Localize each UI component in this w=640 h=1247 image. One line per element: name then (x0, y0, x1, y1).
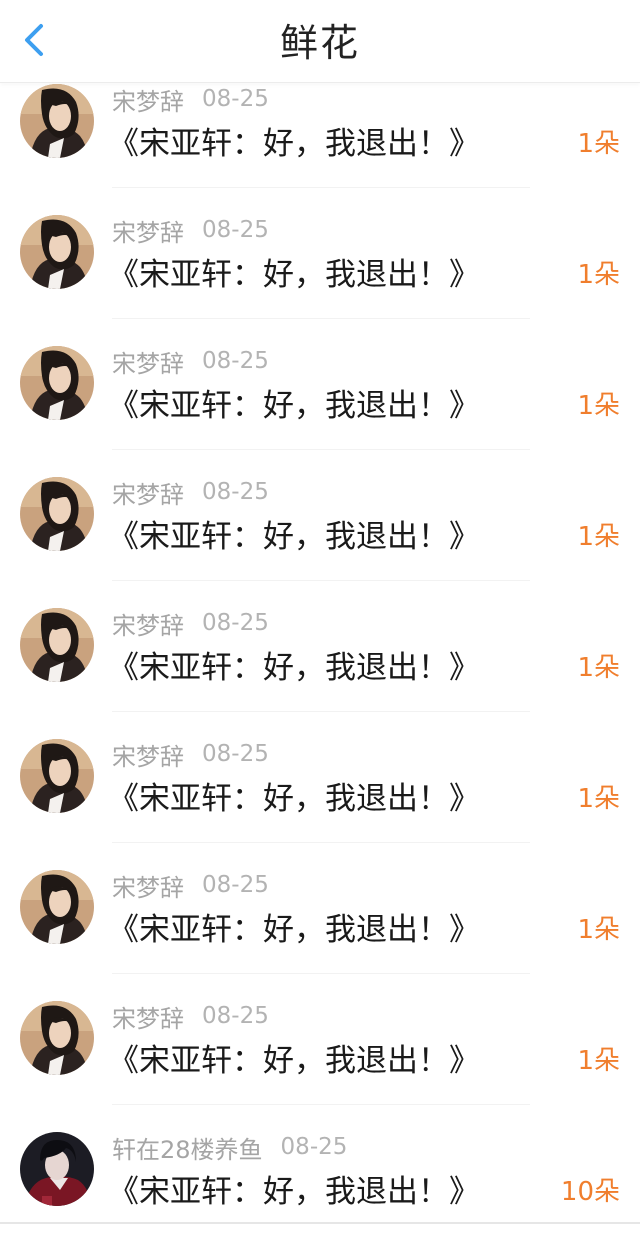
list-item[interactable]: 宋梦辞 08-25 《宋亚轩：好，我退出！》 1朵 (0, 330, 640, 461)
flower-count: 10朵 (560, 1177, 620, 1207)
work-title[interactable]: 《宋亚轩：好，我退出！》 (108, 1172, 480, 1212)
post-date: 08-25 (202, 217, 269, 243)
work-title[interactable]: 《宋亚轩：好，我退出！》 (108, 1041, 480, 1081)
flower-count: 1朵 (577, 522, 620, 552)
flower-count: 1朵 (577, 653, 620, 683)
avatar[interactable] (20, 739, 94, 813)
post-date: 08-25 (202, 741, 269, 767)
flower-count: 1朵 (577, 784, 620, 814)
work-title[interactable]: 《宋亚轩：好，我退出！》 (108, 910, 480, 950)
list-item[interactable]: 宋梦辞 08-25 《宋亚轩：好，我退出！》 1朵 (0, 723, 640, 854)
flower-count: 1朵 (577, 1046, 620, 1076)
list-item[interactable]: 宋梦辞 08-25 《宋亚轩：好，我退出！》 1朵 (0, 592, 640, 723)
username[interactable]: 宋梦辞 (112, 868, 184, 903)
divider (112, 187, 530, 188)
work-title[interactable]: 《宋亚轩：好，我退出！》 (108, 255, 480, 295)
divider (112, 449, 530, 450)
flower-count: 1朵 (577, 915, 620, 945)
flower-count: 1朵 (577, 391, 620, 421)
divider (112, 580, 530, 581)
post-date: 08-25 (202, 479, 269, 505)
avatar[interactable] (20, 1001, 94, 1075)
divider (112, 1104, 530, 1105)
work-title[interactable]: 《宋亚轩：好，我退出！》 (108, 648, 480, 688)
post-date: 08-25 (202, 872, 269, 898)
flower-count: 1朵 (577, 260, 620, 290)
divider (112, 973, 530, 974)
post-date: 08-25 (202, 610, 269, 636)
post-date: 08-25 (202, 86, 269, 112)
list-item[interactable]: 轩在28楼养鱼 08-25 《宋亚轩：好，我退出！》 10朵 (0, 1116, 640, 1247)
username[interactable]: 宋梦辞 (112, 475, 184, 510)
work-title[interactable]: 《宋亚轩：好，我退出！》 (108, 124, 480, 164)
username[interactable]: 宋梦辞 (112, 82, 184, 117)
page-title: 鲜花 (279, 21, 360, 65)
work-title[interactable]: 《宋亚轩：好，我退出！》 (108, 779, 480, 819)
bottom-divider (0, 1222, 640, 1224)
avatar[interactable] (20, 346, 94, 420)
work-title[interactable]: 《宋亚轩：好，我退出！》 (108, 386, 480, 426)
list-item[interactable]: 宋梦辞 08-25 《宋亚轩：好，我退出！》 1朵 (0, 985, 640, 1116)
username[interactable]: 宋梦辞 (112, 737, 184, 772)
list-item[interactable]: 宋梦辞 08-25 《宋亚轩：好，我退出！》 1朵 (0, 461, 640, 592)
avatar[interactable] (20, 608, 94, 682)
avatar[interactable] (20, 1132, 94, 1206)
avatar[interactable] (20, 215, 94, 289)
avatar[interactable] (20, 84, 94, 158)
post-date: 08-25 (202, 348, 269, 374)
divider (112, 842, 530, 843)
username[interactable]: 宋梦辞 (112, 344, 184, 379)
post-date: 08-25 (202, 1003, 269, 1029)
divider (112, 711, 530, 712)
work-title[interactable]: 《宋亚轩：好，我退出！》 (108, 517, 480, 557)
avatar[interactable] (20, 477, 94, 551)
list-item[interactable]: 宋梦辞 08-25 《宋亚轩：好，我退出！》 1朵 (0, 68, 640, 199)
divider (112, 318, 530, 319)
username[interactable]: 宋梦辞 (112, 606, 184, 641)
list-item[interactable]: 宋梦辞 08-25 《宋亚轩：好，我退出！》 1朵 (0, 854, 640, 985)
username[interactable]: 宋梦辞 (112, 213, 184, 248)
post-date: 08-25 (280, 1134, 348, 1160)
list-item[interactable]: 宋梦辞 08-25 《宋亚轩：好，我退出！》 1朵 (0, 199, 640, 330)
top-bar: 鲜花 (0, 0, 640, 83)
avatar[interactable] (20, 870, 94, 944)
flower-list: 宋梦辞 08-25 《宋亚轩：好，我退出！》 1朵 宋梦辞 08-25 《宋亚轩… (0, 68, 640, 1247)
flower-count: 1朵 (577, 129, 620, 159)
username[interactable]: 宋梦辞 (112, 999, 184, 1034)
username[interactable]: 轩在28楼养鱼 (112, 1130, 263, 1165)
